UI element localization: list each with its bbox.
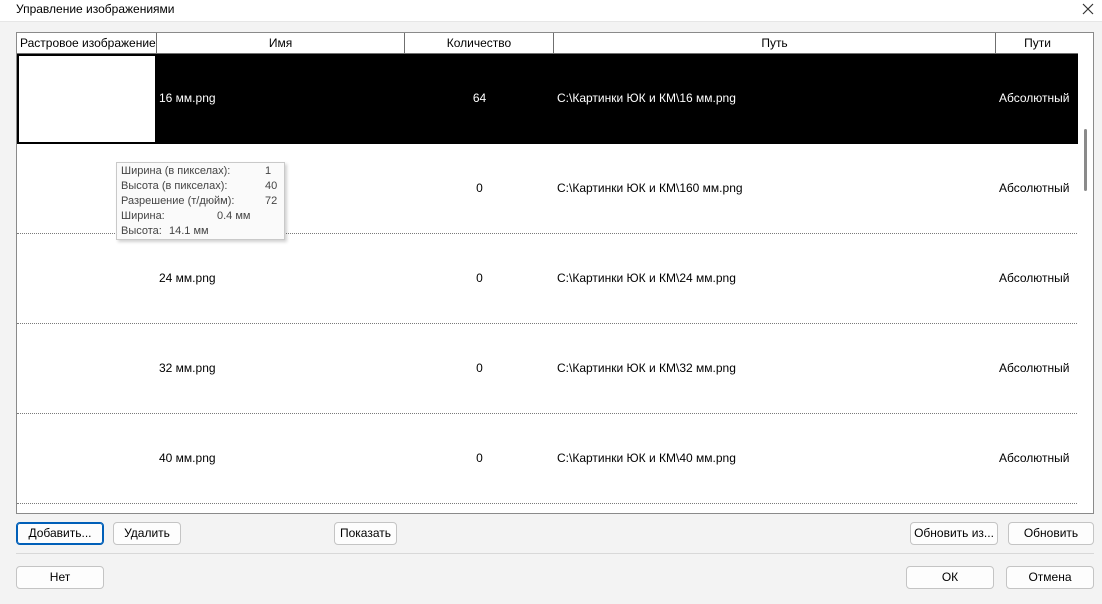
table-header: Растровое изображение Имя Количество Пут… [17, 33, 1079, 54]
cancel-button[interactable]: Отмена [1006, 566, 1094, 589]
show-button[interactable]: Показать [334, 522, 397, 545]
close-icon[interactable] [1079, 0, 1097, 18]
row-name: 40 мм.png [159, 451, 216, 465]
separator [16, 553, 1094, 554]
tooltip-width-label: Ширина: [121, 210, 165, 222]
column-header-raster[interactable]: Растровое изображение [17, 33, 157, 53]
column-header-path-type[interactable]: Пути [996, 33, 1079, 53]
row-count: 0 [476, 361, 483, 375]
tooltip-height-value: 14.1 мм [169, 225, 209, 237]
row-name: 24 мм.png [159, 271, 216, 285]
tooltip-resolution-value: 72 [265, 195, 278, 207]
row-count: 0 [476, 181, 483, 195]
row-path-type: Абсолютный [999, 271, 1070, 285]
row-path-type: Абсолютный [999, 361, 1070, 375]
tooltip-width-px-label: Ширина (в пикселах): [121, 165, 231, 177]
row-path: C:\Картинки ЮК и КМ\160 мм.png [557, 181, 743, 195]
row-count: 0 [476, 271, 483, 285]
title-bar: Управление изображениями [0, 0, 1102, 22]
tooltip-height-label: Высота: [121, 225, 162, 237]
row-name: 32 мм.png [159, 361, 216, 375]
row-path-type: Абсолютный [999, 181, 1070, 195]
raster-thumbnail [18, 55, 156, 143]
table-row[interactable]: 24 мм.png 0 C:\Картинки ЮК и КМ\24 мм.pn… [17, 234, 1079, 324]
scrollbar-thumb[interactable] [1084, 129, 1087, 191]
column-header-name[interactable]: Имя [157, 33, 405, 53]
image-manager-window: Управление изображениями Растровое изобр… [0, 0, 1102, 604]
tooltip-width-px-value: 1 [265, 165, 272, 177]
tooltip-resolution-label: Разрешение (т/дюйм): [121, 195, 235, 207]
update-from-button[interactable]: Обновить из... [910, 522, 998, 545]
row-name: 16 мм.png [159, 91, 216, 105]
row-path: C:\Картинки ЮК и КМ\32 мм.png [557, 361, 736, 375]
table-row[interactable] [17, 504, 1079, 513]
column-header-count[interactable]: Количество [405, 33, 554, 53]
table-row[interactable]: 32 мм.png 0 C:\Картинки ЮК и КМ\32 мм.pn… [17, 324, 1079, 414]
column-header-path[interactable]: Путь [554, 33, 996, 53]
row-count: 64 [472, 91, 487, 105]
row-path-type: Абсолютный [999, 91, 1070, 105]
images-table: Растровое изображение Имя Количество Пут… [16, 32, 1094, 514]
ok-button[interactable]: ОК [906, 566, 994, 589]
add-button[interactable]: Добавить... [16, 522, 104, 545]
row-path: C:\Картинки ЮК и КМ\24 мм.png [557, 271, 736, 285]
row-path: C:\Картинки ЮК и КМ\16 мм.png [557, 91, 736, 105]
table-row[interactable]: 16 мм.png 64 C:\Картинки ЮК и КМ\16 мм.p… [17, 54, 1079, 144]
image-info-tooltip: Ширина (в пикселах): 1 Высота (в пиксела… [116, 162, 285, 240]
vertical-scrollbar[interactable] [1078, 33, 1093, 513]
row-path-type: Абсолютный [999, 451, 1070, 465]
no-button[interactable]: Нет [16, 566, 104, 589]
table-row[interactable]: 40 мм.png 0 C:\Картинки ЮК и КМ\40 мм.pn… [17, 414, 1079, 504]
update-button[interactable]: Обновить [1008, 522, 1094, 545]
row-count: 0 [476, 451, 483, 465]
tooltip-height-px-label: Высота (в пикселах): [121, 180, 228, 192]
tooltip-height-px-value: 40 [265, 180, 278, 192]
tooltip-width-value: 0.4 мм [217, 210, 251, 222]
row-path: C:\Картинки ЮК и КМ\40 мм.png [557, 451, 736, 465]
delete-button[interactable]: Удалить [113, 522, 181, 545]
window-title: Управление изображениями [16, 2, 175, 16]
